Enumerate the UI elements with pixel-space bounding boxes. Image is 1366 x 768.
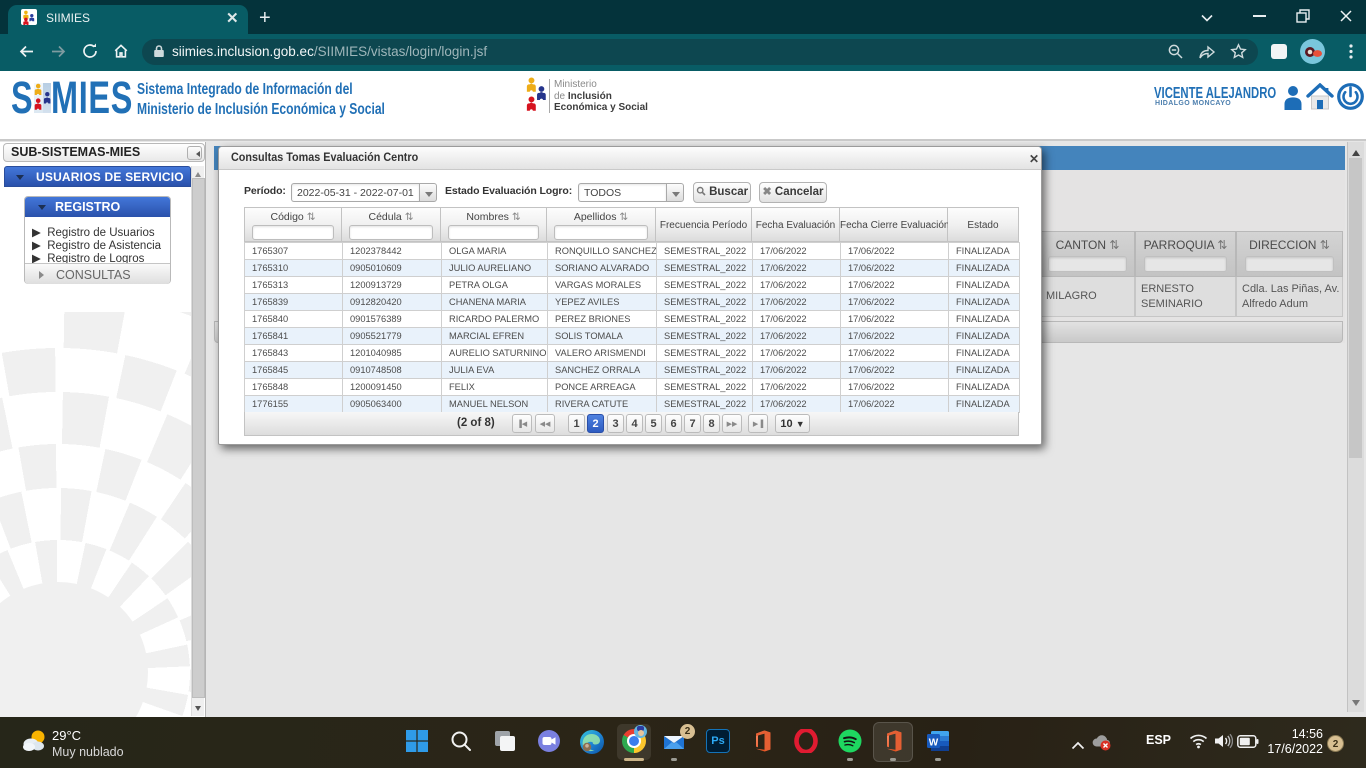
svg-text:W: W bbox=[929, 738, 939, 749]
